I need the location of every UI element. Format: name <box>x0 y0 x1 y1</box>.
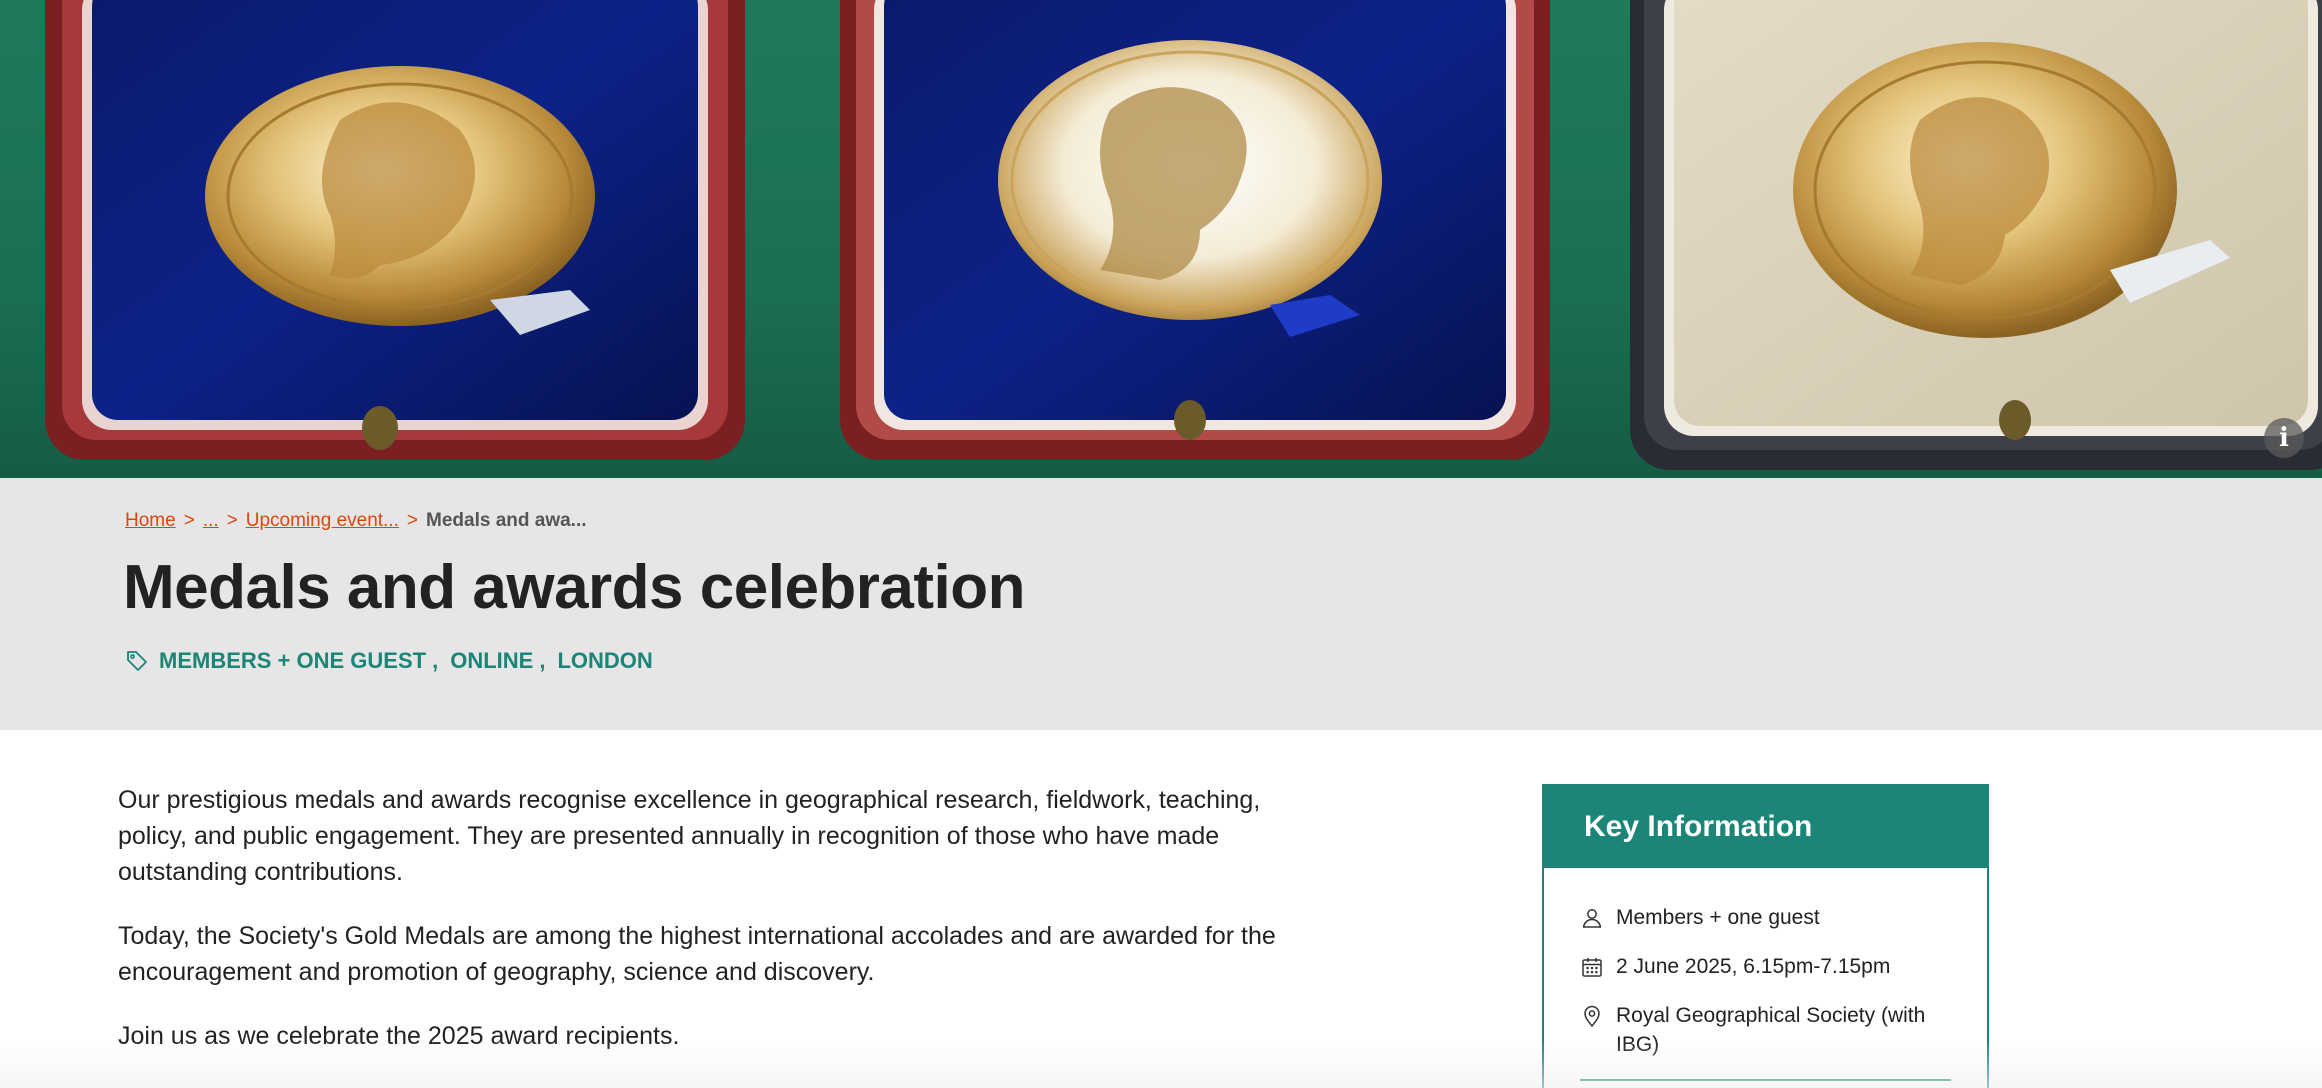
key-info-date: 2 June 2025, 6.15pm-7.15pm <box>1580 952 1951 981</box>
key-info-divider <box>1580 1079 1951 1081</box>
key-information-heading: Key Information <box>1584 810 1813 843</box>
key-info-audience: Members + one guest <box>1580 903 1951 932</box>
event-description: Our prestigious medals and awards recogn… <box>118 782 1318 1082</box>
key-information-list: Members + one guest 2 June 2025, 6.15pm-… <box>1544 868 1987 1081</box>
tag-online[interactable]: ONLINE <box>450 648 533 674</box>
event-tags: MEMBERS + ONE GUEST, ONLINE, LONDON <box>125 648 653 674</box>
person-icon <box>1582 909 1602 928</box>
audience-text: Members + one guest <box>1616 906 1820 929</box>
breadcrumb: Home > ... > Upcoming event... > Medals … <box>125 510 587 532</box>
breadcrumb-separator: > <box>226 510 238 531</box>
breadcrumb-ellipsis-link[interactable]: ... <box>203 510 219 532</box>
breadcrumb-separator: > <box>406 510 418 531</box>
page-header: Home > ... > Upcoming event... > Medals … <box>0 478 2322 730</box>
hero-image: i <box>0 0 2322 478</box>
venue-text: Royal Geographical Society (with IBG) <box>1616 1004 1926 1056</box>
key-information-header: Key Information <box>1544 786 1987 868</box>
date-text: 2 June 2025, 6.15pm-7.15pm <box>1616 955 1891 978</box>
description-paragraph: Our prestigious medals and awards recogn… <box>118 786 1261 886</box>
image-info-button[interactable]: i <box>2264 418 2304 458</box>
description-paragraph: Today, the Society's Gold Medals are amo… <box>118 922 1276 986</box>
breadcrumb-home-link[interactable]: Home <box>125 510 176 532</box>
description-paragraph: Join us as we celebrate the 2025 award r… <box>118 1022 680 1050</box>
breadcrumb-current: Medals and awa... <box>426 510 587 531</box>
page-title: Medals and awards celebration <box>123 553 1026 622</box>
breadcrumb-separator: > <box>183 510 195 531</box>
breadcrumb-upcoming-events-link[interactable]: Upcoming event... <box>246 510 399 532</box>
tag-members-guest[interactable]: MEMBERS + ONE GUEST <box>159 648 426 674</box>
location-pin-icon <box>1584 1005 1600 1027</box>
key-info-venue: Royal Geographical Society (with IBG) <box>1580 1001 1951 1059</box>
tag-london[interactable]: LONDON <box>557 648 652 674</box>
calendar-icon <box>1582 958 1602 977</box>
key-information-panel: Key Information Members + one guest 2 Ju… <box>1542 784 1989 1088</box>
tag-icon <box>127 651 147 671</box>
medals-photo <box>45 0 2322 470</box>
